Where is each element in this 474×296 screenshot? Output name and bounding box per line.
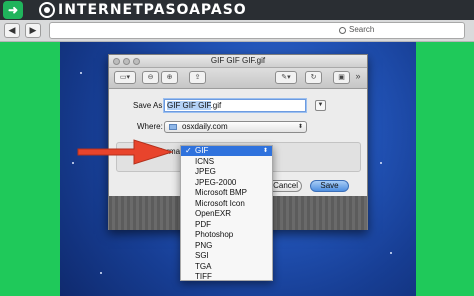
logo-mark xyxy=(39,2,55,18)
browser-toolbar: ◀ ▶ Search xyxy=(0,20,474,42)
expand-dialog-button[interactable]: ▼ xyxy=(315,100,326,111)
zoom-in-button[interactable]: ⊕ xyxy=(161,71,178,84)
star xyxy=(390,252,392,254)
forward-icon: ▶ xyxy=(29,25,37,35)
sidebar-icon: ▭▾ xyxy=(119,74,131,81)
search-input[interactable]: Search xyxy=(349,25,374,34)
toolbox-button[interactable]: ▣ xyxy=(333,71,350,84)
where-select[interactable]: osxdaily.com ⬍ xyxy=(164,121,307,133)
format-menu: ✓ GIF ⬍ ICNS JPEG JPEG-2000 Microsoft BM… xyxy=(180,145,273,281)
updown-arrows-icon: ⬍ xyxy=(262,148,268,154)
back-button[interactable]: ◀ xyxy=(4,23,20,38)
star xyxy=(100,272,102,274)
share-icon: ⇪ xyxy=(194,74,201,81)
save-as-label: Save As: xyxy=(133,101,165,110)
format-option-icns[interactable]: ICNS xyxy=(181,157,272,167)
rotate-icon: ↻ xyxy=(310,74,317,81)
back-icon: ◀ xyxy=(8,25,16,35)
format-option-tiff[interactable]: TIFF xyxy=(181,272,272,281)
filename-extension: .gif xyxy=(210,101,222,110)
pen-icon: ✎▾ xyxy=(281,74,291,81)
format-option-gif[interactable]: ✓ GIF ⬍ xyxy=(181,146,272,156)
format-option-jpeg[interactable]: JPEG xyxy=(181,167,272,177)
folder-icon xyxy=(169,124,177,130)
address-bar[interactable]: Search xyxy=(49,22,465,39)
filename-selection: GIF GIF GIF xyxy=(167,101,211,110)
zoom-in-icon: ⊕ xyxy=(166,74,173,81)
star xyxy=(80,72,82,74)
format-option-sgi[interactable]: SGI xyxy=(181,251,272,261)
format-option-microsoft-icon[interactable]: Microsoft Icon xyxy=(181,199,272,209)
menu-item-label: GIF xyxy=(195,146,209,155)
format-option-tga[interactable]: TGA xyxy=(181,262,272,272)
dialog-titlebar: GIF GIF GIF.gif xyxy=(109,55,367,68)
zoom-out-icon: ⊖ xyxy=(147,74,154,81)
save-button[interactable]: Save xyxy=(310,180,349,192)
chevron-down-icon: ▼ xyxy=(317,102,324,108)
red-arrow-icon xyxy=(77,139,174,165)
filename-input[interactable]: GIF GIF GIF.gif xyxy=(164,99,306,112)
share-button[interactable]: ⇪ xyxy=(189,71,206,84)
format-option-jpeg-2000[interactable]: JPEG-2000 xyxy=(181,178,272,188)
zoom-out-button[interactable]: ⊖ xyxy=(142,71,159,84)
site-logo-text: INTERNETPASOAPASO xyxy=(58,2,247,18)
search-icon xyxy=(339,27,346,34)
format-option-microsoft-bmp[interactable]: Microsoft BMP xyxy=(181,188,272,198)
window-title: GIF GIF GIF.gif xyxy=(210,56,266,65)
site-header: ➜ INTERNETPASOAPASO xyxy=(0,0,474,20)
toolbox-icon: ▣ xyxy=(338,74,345,81)
chevron-right-icon: » xyxy=(355,71,361,81)
star xyxy=(72,162,74,164)
sidebar-toggle-button[interactable]: ▭▾ xyxy=(114,71,136,84)
updown-arrows-icon: ⬍ xyxy=(297,124,303,130)
markup-button[interactable]: ✎▾ xyxy=(275,71,297,84)
arrow-icon: ➜ xyxy=(3,1,23,19)
overflow-button[interactable]: » xyxy=(352,71,364,84)
where-value: osxdaily.com xyxy=(182,122,228,131)
star xyxy=(380,162,382,164)
forward-button[interactable]: ▶ xyxy=(25,23,41,38)
format-option-photoshop[interactable]: Photoshop xyxy=(181,230,272,240)
where-label: Where: xyxy=(137,122,163,131)
preview-toolbar: ▭▾ ⊖ ⊕ ⇪ ✎▾ ↻ ▣ » xyxy=(109,68,367,89)
format-option-openexr[interactable]: OpenEXR xyxy=(181,209,272,219)
checkmark-icon: ✓ xyxy=(185,146,192,155)
rotate-button[interactable]: ↻ xyxy=(305,71,322,84)
format-option-png[interactable]: PNG xyxy=(181,241,272,251)
format-option-pdf[interactable]: PDF xyxy=(181,220,272,230)
